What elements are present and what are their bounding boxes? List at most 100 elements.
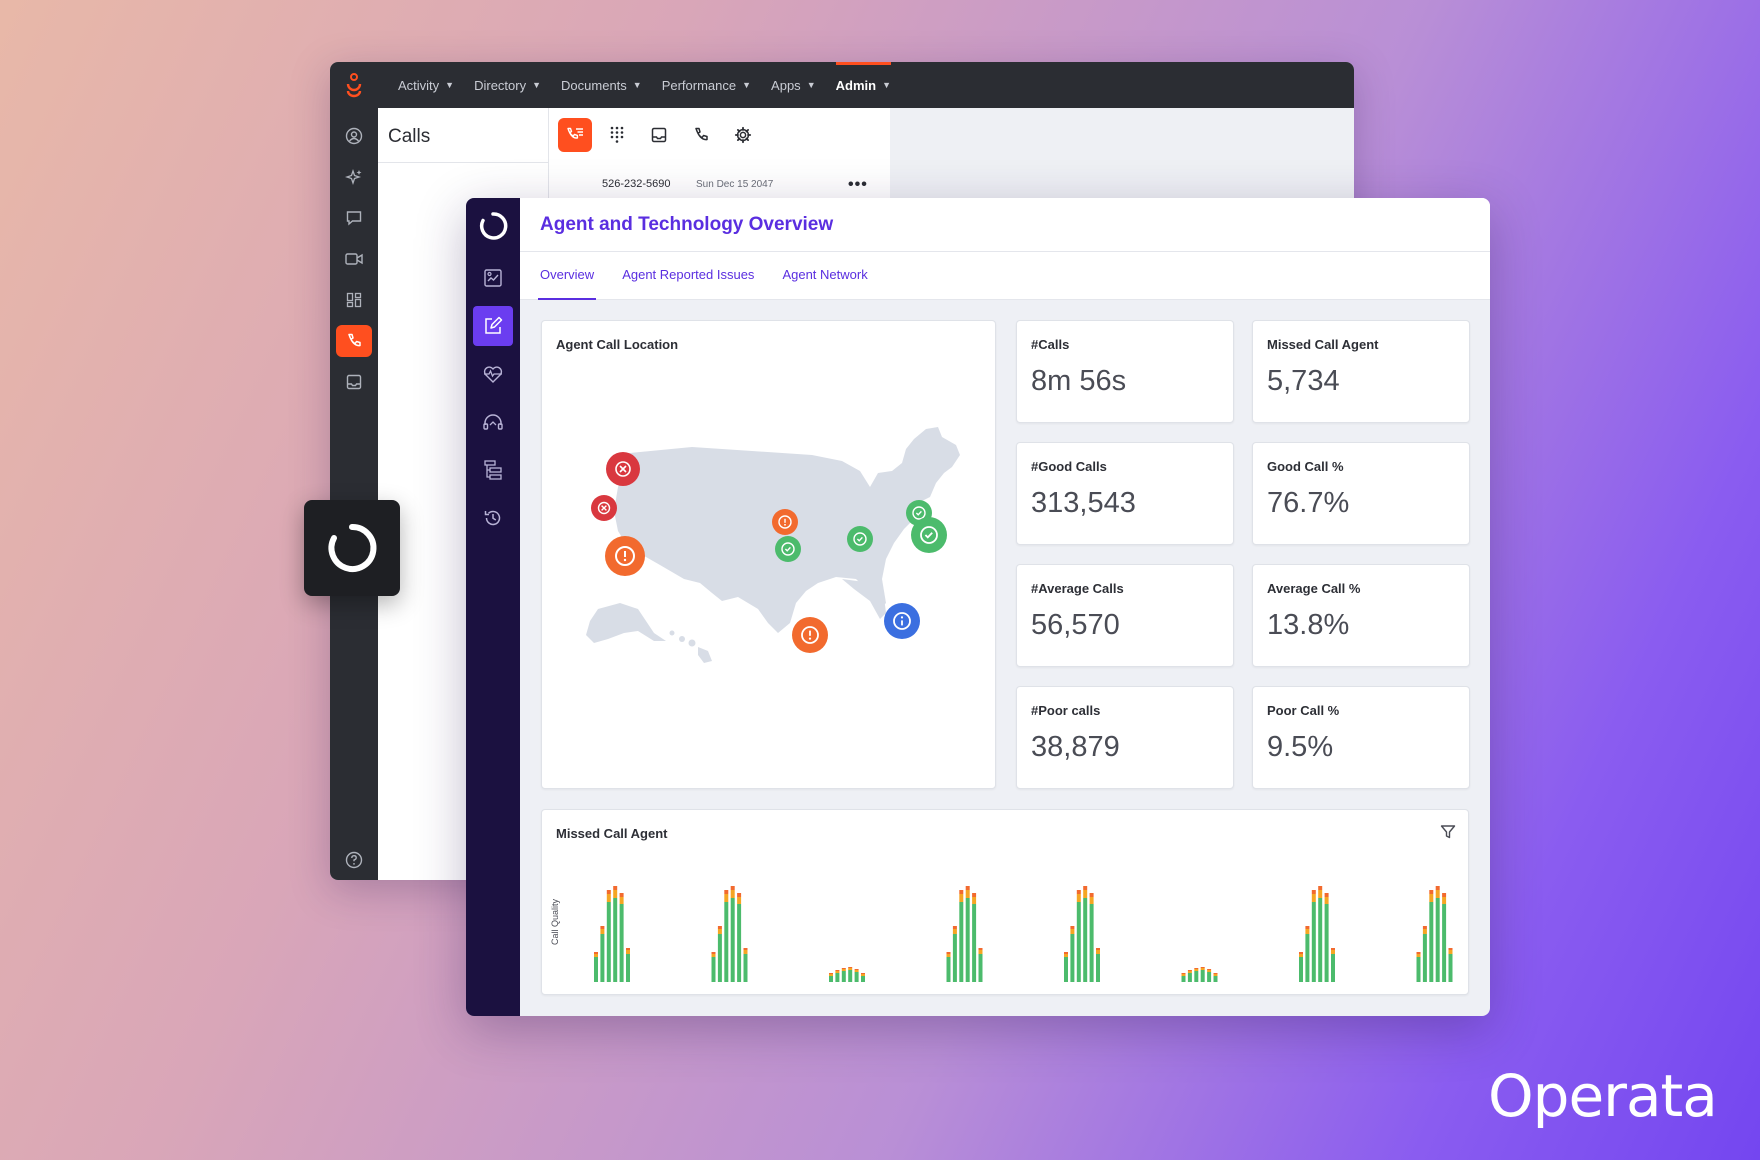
- stat-label: #Calls: [1031, 337, 1070, 352]
- stat-card-poor-call-percent: Poor Call % 9.5%: [1252, 686, 1470, 789]
- phone-icon[interactable]: [684, 118, 718, 152]
- chart-bar-segment: [737, 893, 742, 897]
- call-number[interactable]: 526-232-5690: [602, 178, 671, 190]
- stat-card-average-calls: #Average Calls 56,570: [1016, 564, 1234, 667]
- chart-bar-segment: [952, 926, 957, 929]
- stat-card-calls: #Calls 8m 56s: [1016, 320, 1234, 423]
- nav-documents[interactable]: Documents ▼: [561, 62, 642, 108]
- chart-bar-segment: [1299, 952, 1303, 954]
- app-logo-icon[interactable]: [330, 62, 378, 108]
- chart-bar-segment: [626, 950, 630, 954]
- more-options-icon[interactable]: •••: [848, 176, 868, 194]
- operata-sidebar: [466, 198, 520, 1016]
- stat-value: 9.5%: [1267, 731, 1334, 763]
- map-marker-error: [591, 495, 617, 521]
- nav-directory[interactable]: Directory ▼: [474, 62, 541, 108]
- chart-bar-segment: [841, 968, 846, 969]
- chart-bar-segment: [854, 970, 859, 972]
- chevron-down-icon: ▼: [632, 80, 642, 90]
- chart-bar-segment: [835, 973, 840, 982]
- headset-icon[interactable]: [473, 402, 513, 442]
- calls-toolbar: [558, 118, 760, 152]
- chart-bar-segment: [952, 934, 957, 982]
- chart-bar-segment: [1064, 957, 1068, 982]
- dashboard-header: Agent and Technology Overview: [520, 198, 1490, 252]
- chart-bar-segment: [1435, 898, 1440, 982]
- call-list-icon[interactable]: [558, 118, 592, 152]
- chart-bar-segment: [1305, 926, 1310, 929]
- chart-bar-segment: [1207, 970, 1212, 972]
- chart-bar-segment: [1096, 950, 1100, 954]
- inbox-icon[interactable]: [336, 366, 372, 398]
- tab-overview[interactable]: Overview: [537, 252, 597, 300]
- video-icon[interactable]: [336, 243, 372, 275]
- chart-bar-segment: [730, 898, 735, 982]
- chart-bar-segment: [1187, 971, 1192, 973]
- user-circle-icon[interactable]: [336, 120, 372, 152]
- chart-bar-segment: [724, 890, 729, 894]
- chart-bar-segment: [1083, 890, 1088, 898]
- chart-bar-segment: [1187, 973, 1192, 982]
- chart-bar-segment: [1200, 970, 1205, 982]
- chart-bar-segment: [1207, 969, 1212, 970]
- dialpad-icon[interactable]: [600, 118, 634, 152]
- stat-card-good-calls: #Good Calls 313,543: [1016, 442, 1234, 545]
- chart-bar-segment: [1448, 948, 1453, 950]
- chart-bar-segment: [946, 957, 951, 982]
- stat-label: #Poor calls: [1031, 703, 1101, 718]
- map-marker-info: [884, 603, 920, 639]
- tab-agent-reported-issues[interactable]: Agent Reported Issues: [622, 252, 754, 300]
- chart-bar-segment: [1070, 934, 1075, 982]
- chart-bar-segment: [1076, 890, 1081, 894]
- report-icon[interactable]: [473, 258, 513, 298]
- hierarchy-icon[interactable]: [473, 450, 513, 490]
- heartbeat-icon[interactable]: [473, 354, 513, 394]
- dashboard-icon[interactable]: [336, 284, 372, 316]
- stat-value: 313,543: [1031, 487, 1136, 519]
- chart-bar-segment: [946, 952, 951, 954]
- stat-label: Missed Call Agent: [1267, 337, 1379, 352]
- chart-bar-segment: [848, 970, 853, 982]
- operata-dashboard-window: Agent and Technology Overview Overview A…: [466, 198, 1490, 1016]
- chevron-down-icon: ▼: [532, 80, 542, 90]
- nav-label: Directory: [474, 77, 527, 93]
- inbox-icon[interactable]: [642, 118, 676, 152]
- chart-bar-segment: [711, 957, 716, 982]
- nav-label: Performance: [661, 77, 737, 93]
- chart-bar-segment: [1318, 890, 1323, 898]
- chart-bar-segment: [1318, 886, 1323, 890]
- nav-apps[interactable]: Apps ▼: [771, 62, 816, 108]
- stat-value: 5,734: [1267, 365, 1340, 397]
- nav-performance[interactable]: Performance ▼: [662, 62, 751, 108]
- nav-admin[interactable]: Admin ▼: [835, 62, 892, 108]
- history-icon[interactable]: [473, 498, 513, 538]
- chart-bar-segment: [711, 954, 716, 957]
- chart-bar-segment: [626, 954, 630, 982]
- nav-activity[interactable]: Activity ▼: [398, 62, 454, 108]
- chart-bar-segment: [861, 974, 865, 976]
- sparkle-icon[interactable]: [336, 161, 372, 193]
- chart-bar-segment: [594, 954, 598, 957]
- chart-bar-segment: [959, 890, 964, 894]
- operata-logo-icon[interactable]: [466, 204, 520, 248]
- chart-bar-segment: [1213, 973, 1218, 974]
- chart-bar-segment: [1181, 973, 1186, 974]
- us-map: [586, 427, 960, 663]
- chart-bar-segment: [1070, 929, 1075, 934]
- chart-bar-segment: [1448, 954, 1453, 982]
- chart-bar-segment: [1194, 969, 1199, 971]
- chart-bar-segment: [737, 897, 742, 904]
- gear-icon[interactable]: [726, 118, 760, 152]
- help-icon[interactable]: [336, 844, 372, 876]
- chart-bar-segment: [1331, 948, 1335, 950]
- chart-bar-segment: [1331, 950, 1335, 954]
- tab-agent-network[interactable]: Agent Network: [782, 252, 867, 300]
- edit-icon[interactable]: [473, 306, 513, 346]
- map-marker-warning: [792, 617, 828, 653]
- chart-bar-segment: [619, 904, 624, 982]
- chat-icon[interactable]: [336, 202, 372, 234]
- call-date: Sun Dec 15 2047: [696, 179, 774, 190]
- chart-bar-segment: [1311, 902, 1316, 982]
- chart-bar-segment: [848, 968, 853, 970]
- phone-icon[interactable]: [336, 325, 372, 357]
